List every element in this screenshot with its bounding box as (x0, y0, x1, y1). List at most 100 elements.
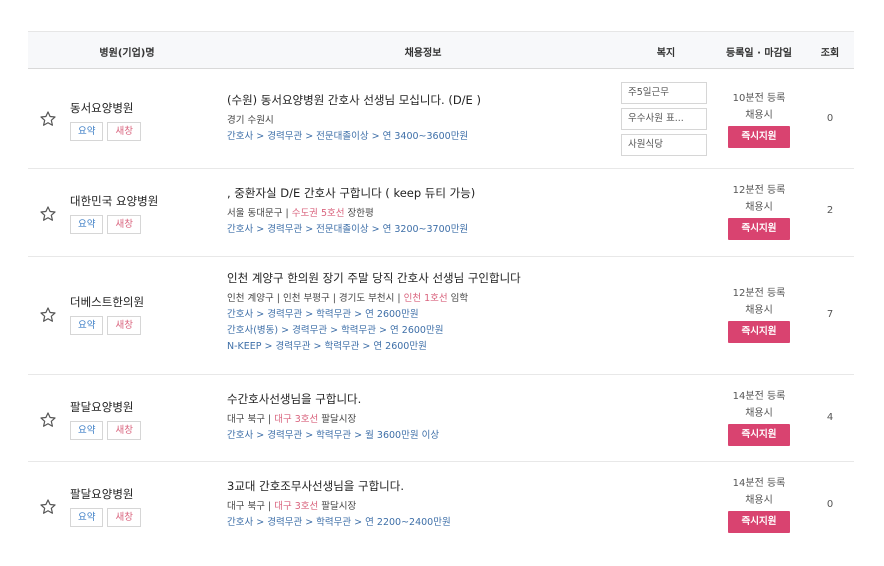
location-text: 경기 수원시 (227, 115, 274, 126)
job-title-link[interactable]: 수간호사선생님을 구합니다. (227, 391, 622, 407)
deadline: 채용시 (745, 408, 773, 419)
location-text: 대구 북구 | (227, 414, 275, 425)
date-cell: 14분전 등록 채용시 즉시지원 (714, 388, 804, 446)
registered-time: 10분전 등록 (732, 93, 786, 104)
deadline: 채용시 (745, 202, 773, 213)
subway-station: 인천 1호선 (403, 293, 448, 304)
company-cell: 더베스트한의원 요약 새창 (70, 294, 220, 335)
registered-time: 14분전 등록 (732, 391, 786, 402)
summary-tag-button[interactable]: 요약 (70, 316, 104, 335)
station-name: 팔달시장 (318, 414, 357, 425)
welfare-cell: 주5일근무 우수사원 표... 사원식당 (621, 82, 707, 160)
subway-station: 대구 3호선 (274, 501, 319, 512)
job-title-link[interactable]: , 중환자실 D/E 간호사 구합니다 ( keep 듀티 가능) (227, 185, 622, 201)
summary-tag-button[interactable]: 요약 (70, 215, 104, 234)
job-info-cell: 인천 계양구 한의원 장기 주말 당직 간호사 선생님 구인합니다 인천 계양구… (227, 270, 622, 355)
registered-time: 12분전 등록 (732, 185, 786, 196)
star-icon[interactable] (39, 411, 57, 429)
job-condition: 간호사 > 경력무관 > 전문대졸이상 > 연 3200~3700만원 (227, 224, 469, 235)
job-title-link[interactable]: 3교대 간호조무사선생님을 구합니다. (227, 478, 622, 494)
view-count: 2 (826, 205, 834, 216)
job-info-cell: 수간호사선생님을 구합니다. 대구 북구 | 대구 3호선 팔달시장 간호사 >… (227, 391, 622, 444)
company-name[interactable]: 더베스트한의원 (70, 294, 220, 310)
station-name: 팔달시장 (318, 501, 357, 512)
company-name[interactable]: 동서요양병원 (70, 100, 220, 116)
apply-now-button[interactable]: 즉시지원 (728, 511, 790, 533)
apply-now-button[interactable]: 즉시지원 (728, 321, 790, 343)
view-count: 4 (826, 412, 834, 423)
station-name: 장한평 (344, 208, 374, 219)
location-text: 서울 동대문구 | (227, 208, 292, 219)
apply-now-button[interactable]: 즉시지원 (728, 218, 790, 240)
job-info-cell: 3교대 간호조무사선생님을 구합니다. 대구 북구 | 대구 3호선 팔달시장 … (227, 478, 622, 531)
job-location: 대구 북구 | 대구 3호선 팔달시장 (227, 412, 622, 428)
job-location: 대구 북구 | 대구 3호선 팔달시장 (227, 499, 622, 515)
subway-station: 수도권 5호선 (291, 208, 345, 219)
table-header: 병원(기업)명 채용정보 복지 등록일 · 마감일 조회 (28, 31, 854, 69)
table-row: 팔달요양병원 요약 새창 3교대 간호조무사선생님을 구합니다. 대구 북구 |… (28, 462, 854, 550)
star-icon[interactable] (39, 205, 57, 223)
table-row: 더베스트한의원 요약 새창 인천 계양구 한의원 장기 주말 당직 간호사 선생… (28, 257, 854, 375)
company-name[interactable]: 팔달요양병원 (70, 399, 220, 415)
company-name[interactable]: 팔달요양병원 (70, 486, 220, 502)
deadline: 채용시 (745, 110, 773, 121)
apply-now-button[interactable]: 즉시지원 (728, 126, 790, 148)
apply-now-button[interactable]: 즉시지원 (728, 424, 790, 446)
new-window-tag-button[interactable]: 새창 (107, 122, 141, 141)
job-location: 경기 수원시 (227, 113, 622, 129)
subway-station: 대구 3호선 (274, 414, 319, 425)
new-window-tag-button[interactable]: 새창 (107, 215, 141, 234)
company-cell: 대한민국 요양병원 요약 새창 (70, 193, 220, 234)
table-row: 대한민국 요양병원 요약 새창 , 중환자실 D/E 간호사 구합니다 ( ke… (28, 169, 854, 257)
job-title-link[interactable]: 인천 계양구 한의원 장기 주말 당직 간호사 선생님 구인합니다 (227, 270, 622, 286)
job-location: 서울 동대문구 | 수도권 5호선 장한평 (227, 206, 622, 222)
view-count: 0 (826, 499, 834, 510)
star-icon[interactable] (39, 306, 57, 324)
summary-tag-button[interactable]: 요약 (70, 421, 104, 440)
date-cell: 12분전 등록 채용시 즉시지원 (714, 285, 804, 343)
job-listing-board: 병원(기업)명 채용정보 복지 등록일 · 마감일 조회 동서요양병원 요약 새… (28, 31, 854, 550)
station-name: 임학 (447, 293, 469, 304)
job-location: 인천 계양구 | 인천 부평구 | 경기도 부천시 | 인천 1호선 임학 (227, 291, 622, 307)
job-condition: 간호사(병동) > 경력무관 > 학력무관 > 연 2600만원 (227, 325, 444, 336)
company-cell: 팔달요양병원 요약 새창 (70, 399, 220, 440)
header-company: 병원(기업)명 (99, 48, 155, 59)
location-text: 대구 북구 | (227, 501, 275, 512)
deadline: 채용시 (745, 305, 773, 316)
job-condition: 간호사 > 경력무관 > 학력무관 > 월 3600만원 이상 (227, 430, 440, 441)
summary-tag-button[interactable]: 요약 (70, 122, 104, 141)
company-cell: 동서요양병원 요약 새창 (70, 100, 220, 141)
date-cell: 10분전 등록 채용시 즉시지원 (714, 90, 804, 148)
registered-time: 12분전 등록 (732, 288, 786, 299)
job-title-link[interactable]: (수원) 동서요양병원 간호사 선생님 모십니다. (D/E ) (227, 92, 622, 108)
company-name[interactable]: 대한민국 요양병원 (70, 193, 220, 209)
new-window-tag-button[interactable]: 새창 (107, 316, 141, 335)
header-welfare: 복지 (656, 48, 676, 59)
job-condition: N-KEEP > 경력무관 > 학력무관 > 연 2600만원 (227, 341, 427, 352)
table-row: 동서요양병원 요약 새창 (수원) 동서요양병원 간호사 선생님 모십니다. (… (28, 69, 854, 169)
header-job-info: 채용정보 (404, 48, 442, 59)
job-info-cell: (수원) 동서요양병원 간호사 선생님 모십니다. (D/E ) 경기 수원시 … (227, 92, 622, 145)
welfare-item: 주5일근무 (621, 82, 707, 104)
job-condition: 간호사 > 경력무관 > 전문대졸이상 > 연 3400~3600만원 (227, 131, 469, 142)
job-condition: 간호사 > 경력무관 > 학력무관 > 연 2600만원 (227, 309, 419, 320)
job-info-cell: , 중환자실 D/E 간호사 구합니다 ( keep 듀티 가능) 서울 동대문… (227, 185, 622, 238)
star-icon[interactable] (39, 110, 57, 128)
company-cell: 팔달요양병원 요약 새창 (70, 486, 220, 527)
new-window-tag-button[interactable]: 새창 (107, 508, 141, 527)
welfare-item: 사원식당 (621, 134, 707, 156)
date-cell: 14분전 등록 채용시 즉시지원 (714, 475, 804, 533)
job-condition: 간호사 > 경력무관 > 학력무관 > 연 2200~2400만원 (227, 517, 451, 528)
table-row: 팔달요양병원 요약 새창 수간호사선생님을 구합니다. 대구 북구 | 대구 3… (28, 375, 854, 462)
registered-time: 14분전 등록 (732, 478, 786, 489)
header-date: 등록일 · 마감일 (726, 48, 792, 59)
welfare-item: 우수사원 표... (621, 108, 707, 130)
view-count: 7 (826, 309, 834, 320)
deadline: 채용시 (745, 495, 773, 506)
date-cell: 12분전 등록 채용시 즉시지원 (714, 182, 804, 240)
header-views: 조회 (820, 48, 840, 59)
view-count: 0 (826, 113, 834, 124)
star-icon[interactable] (39, 498, 57, 516)
new-window-tag-button[interactable]: 새창 (107, 421, 141, 440)
summary-tag-button[interactable]: 요약 (70, 508, 104, 527)
